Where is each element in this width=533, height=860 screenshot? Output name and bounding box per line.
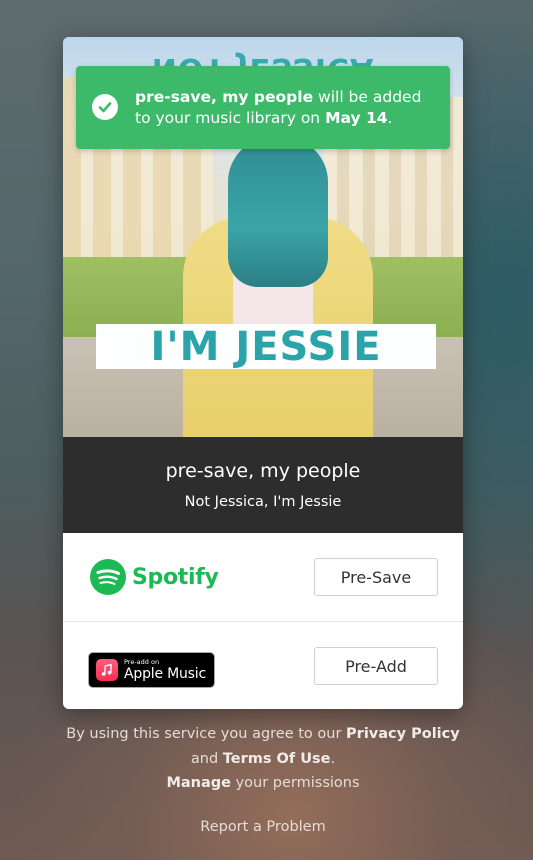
toast-release-name: pre-save, my people [135,87,314,106]
apple-badge-service-name: Apple Music [124,666,206,683]
spotify-icon [90,559,126,595]
permissions-text: your permissions [230,775,360,791]
success-toast[interactable]: pre-save, my people will be added to you… [76,66,450,149]
terms-notice: By using this service you agree to our P… [63,722,463,771]
terms-period: . [330,750,336,767]
apple-music-badge: Pre-add on Apple Music [88,652,215,688]
pre-save-button[interactable]: Pre-Save [314,558,438,596]
presave-card: NOT JESSICA I'M JESSIE pre-save, my peop… [63,37,463,709]
permissions-notice: Manage your permissions [63,771,463,796]
toast-message: pre-save, my people will be added to you… [135,87,434,129]
apple-music-icon [96,659,118,681]
service-row-apple-music: Pre-add on Apple Music Pre-Add [63,621,463,709]
artwork-figure-hair [228,137,328,287]
apple-music-badge-text: Pre-add on Apple Music [124,659,206,682]
check-circle-icon [92,94,118,120]
footer: By using this service you agree to our P… [63,722,463,839]
release-info: pre-save, my people Not Jessica, I'm Jes… [63,437,463,533]
release-subtitle: Not Jessica, I'm Jessie [184,494,342,510]
artwork-title-box: I'M JESSIE [96,324,436,369]
report-problem-link[interactable]: Report a Problem [63,815,463,840]
release-title: pre-save, my people [165,460,361,482]
artwork-title: I'M JESSIE [150,323,382,370]
apple-badge-small-text: Pre-add on [124,657,160,666]
terms-prefix: By using this service you agree to our [66,726,347,742]
spotify-logo: Spotify [90,559,219,595]
service-row-spotify: Spotify Pre-Save [63,533,463,621]
terms-of-use-link[interactable]: Terms Of Use [223,751,331,767]
manage-link[interactable]: Manage [166,775,231,791]
pre-add-button[interactable]: Pre-Add [314,647,438,685]
privacy-policy-link[interactable]: Privacy Policy [346,726,460,742]
toast-text-end: . [387,108,393,127]
album-artwork: NOT JESSICA I'M JESSIE pre-save, my peop… [63,37,463,437]
terms-and: and [190,750,223,767]
toast-date: May 14 [325,108,388,127]
spotify-wordmark: Spotify [132,564,219,590]
